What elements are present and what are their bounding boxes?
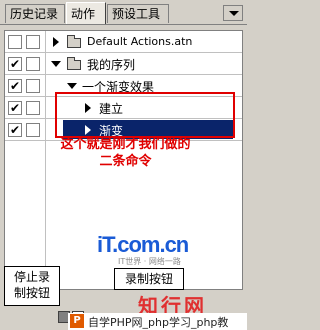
record-callout: 录制按钮 <box>114 268 184 290</box>
annotation-note: 这个就是刚才我们做的二条命令 <box>60 137 191 169</box>
panel-tab-bar: 历史记录 动作 预设工具 <box>0 0 247 25</box>
highlight-box <box>55 92 235 138</box>
tab-history[interactable]: 历史记录 <box>5 4 65 23</box>
expand-arrow-icon[interactable] <box>53 37 59 47</box>
item-toggle-checkbox[interactable]: ✔ <box>8 57 22 71</box>
dialog-toggle-checkbox[interactable] <box>26 101 40 115</box>
folder-icon <box>67 35 81 48</box>
set-label: 我的序列 <box>87 58 136 72</box>
dialog-toggle-checkbox[interactable] <box>26 35 40 49</box>
folder-icon <box>67 57 81 70</box>
tab-tool-presets[interactable]: 预设工具 <box>107 4 169 23</box>
set-label: Default Actions.atn <box>87 35 193 48</box>
item-toggle-checkbox[interactable] <box>8 35 22 49</box>
dialog-toggle-checkbox[interactable] <box>26 123 40 137</box>
tab-actions[interactable]: 动作 <box>66 2 106 24</box>
watermark-logo: iT.com.cn <box>97 232 189 257</box>
list-item[interactable]: Default Actions.atn <box>5 31 242 53</box>
chevron-down-icon <box>229 11 239 16</box>
watermark-bar-text: 自学PHP网_php学习_php教 <box>88 316 229 329</box>
stop-record-callout: 停止录制按钮 <box>4 266 60 306</box>
panel-menu-button[interactable] <box>223 5 243 21</box>
dialog-toggle-checkbox[interactable] <box>26 57 40 71</box>
collapse-arrow-icon[interactable] <box>67 83 77 89</box>
collapse-arrow-icon[interactable] <box>51 61 61 67</box>
item-toggle-checkbox[interactable]: ✔ <box>8 101 22 115</box>
php-logo-icon: P <box>70 314 84 328</box>
actions-panel: 历史记录 动作 预设工具 Default Actions.atn ✔ 我的序列 … <box>0 0 247 330</box>
item-toggle-checkbox[interactable]: ✔ <box>8 79 22 93</box>
list-item[interactable]: ✔ 我的序列 <box>5 53 242 75</box>
item-toggle-checkbox[interactable]: ✔ <box>8 123 22 137</box>
watermark-logo-subtitle: IT世界 · 网络一路 <box>118 257 181 266</box>
dialog-toggle-checkbox[interactable] <box>26 79 40 93</box>
